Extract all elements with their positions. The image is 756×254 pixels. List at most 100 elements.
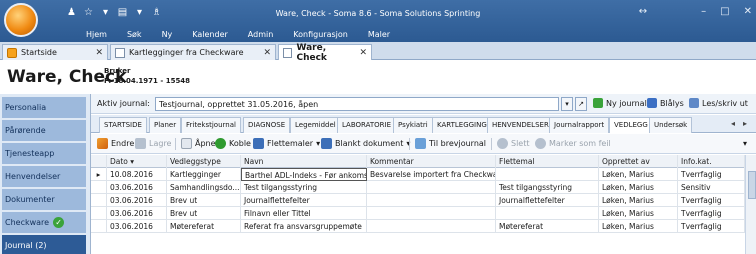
merge-template-icon <box>253 138 264 149</box>
col-dato[interactable]: Dato ▾ <box>107 155 167 168</box>
table-scrollbar[interactable]: ▴ <box>745 155 756 254</box>
tab-journalrapport[interactable]: Journalrapport <box>549 117 610 133</box>
cell-navn: Test tilgangsstyring <box>241 181 367 194</box>
active-journal-select[interactable]: Testjournal, opprettet 31.05.2016, åpen <box>155 97 559 111</box>
cell-flettemal: Møtereferat <box>496 220 599 233</box>
document-tabs: Startside ✕ Kartlegginger fra Checkware … <box>0 42 756 63</box>
scrollbar-thumb[interactable] <box>748 171 756 199</box>
ny-journal-button[interactable]: Ny journal <box>593 98 647 108</box>
row-indicator <box>91 194 107 207</box>
check-icon: ✓ <box>53 217 65 228</box>
table-row[interactable]: 03.06.2016 Møtereferat Referat fra ansva… <box>91 220 745 233</box>
cell-opprettet-av: Løken, Marius <box>599 194 678 207</box>
resize-icon[interactable]: ↔ <box>639 6 647 17</box>
cell-opprettet-av: Løken, Marius <box>599 168 678 181</box>
table-row[interactable]: 03.06.2016 Brev ut Filnavn eller Tittel … <box>91 207 745 220</box>
tab-vedlegg[interactable]: VEDLEGG <box>609 117 653 133</box>
sort-desc-icon: ▾ <box>130 157 135 166</box>
nav-henvendelser[interactable]: Henvendelser <box>2 166 86 188</box>
title-bar: ♟ ☆ ▾ ▤ ▾ ♗ Ware, Check - Soma 8.6 - Som… <box>0 0 756 42</box>
tab-planer[interactable]: Planer <box>149 117 182 133</box>
blalys-button[interactable]: Blålys <box>647 98 684 108</box>
blank-document-icon <box>321 138 332 149</box>
cell-type: Samhandlingsdo... <box>167 181 241 194</box>
menu-ny[interactable]: Ny <box>152 28 183 42</box>
tab-scroll-left-icon[interactable]: ◂ <box>731 119 735 128</box>
flettemaler-dropdown[interactable]: Flettemaler ▾ <box>253 138 320 149</box>
close-window-button[interactable]: ✕ <box>744 6 752 17</box>
col-opprettet-av[interactable]: Opprettet av <box>599 155 678 168</box>
tab-startside[interactable]: STARTSIDE <box>99 117 147 133</box>
marker-som-feil-button[interactable]: Marker som feil <box>535 138 611 149</box>
close-icon[interactable]: ✕ <box>95 48 103 58</box>
cell-dato: 03.06.2016 <box>107 181 167 194</box>
toolbar-overflow-icon[interactable]: ▾ <box>743 139 747 148</box>
col-vedleggstype[interactable]: Vedleggstype <box>167 155 241 168</box>
slett-button[interactable]: Slett <box>497 138 530 149</box>
form-icon <box>115 47 125 58</box>
tab-legemiddel[interactable]: Legemiddel <box>290 117 341 133</box>
nav-dokumenter[interactable]: Dokumenter <box>2 189 86 211</box>
tab-kartlegging[interactable]: KARTLEGGING <box>432 117 492 133</box>
nav-journal[interactable]: Journal (2) <box>2 235 86 254</box>
les-skriv-button[interactable]: Les/skriv ut <box>689 98 748 108</box>
nav-checkware[interactable]: Checkware ✓ <box>2 212 86 234</box>
toolbar-separator <box>409 138 410 150</box>
cell-opprettet-av: Løken, Marius <box>599 207 678 220</box>
table-row[interactable]: ▸ 10.08.2016 Kartlegginger Barthel ADL-I… <box>91 168 745 181</box>
menu-maler[interactable]: Maler <box>358 28 400 42</box>
cell-dato: 03.06.2016 <box>107 220 167 233</box>
tab-scroll-right-icon[interactable]: ▸ <box>743 119 747 128</box>
koble-button[interactable]: Koble <box>215 138 251 149</box>
cell-dato: 10.08.2016 <box>107 168 167 181</box>
cell-kommentar <box>367 194 496 207</box>
doc-tab-ware-check[interactable]: Ware, Check ✕ <box>278 43 372 63</box>
tab-laboratorie[interactable]: LABORATORIE <box>337 117 396 133</box>
lagre-button[interactable]: Lagre <box>135 138 171 149</box>
open-document-icon <box>181 138 192 149</box>
journal-dropdown-button[interactable]: ▾ <box>561 97 573 111</box>
tab-fritekstjournal[interactable]: Fritekstjournal <box>181 117 241 133</box>
col-navn[interactable]: Navn <box>241 155 367 168</box>
doc-tab-startside[interactable]: Startside ✕ <box>2 44 108 60</box>
nav-parorende[interactable]: Pårørende <box>2 120 86 142</box>
tab-henvendelser[interactable]: HENVENDELSER <box>487 117 554 133</box>
table-row[interactable]: 03.06.2016 Brev ut Journalflettefelter J… <box>91 194 745 207</box>
col-info-kat[interactable]: Info.kat. <box>678 155 745 168</box>
row-indicator <box>91 207 107 220</box>
cell-flettemal <box>496 207 599 220</box>
menu-hjem[interactable]: Hjem <box>76 28 117 42</box>
col-flettemal[interactable]: Flettemal <box>496 155 599 168</box>
toolbar-separator <box>491 138 492 150</box>
tab-psykiatri[interactable]: Psykiatri <box>393 117 433 133</box>
minimize-button[interactable]: – <box>701 6 706 17</box>
nav-personalia[interactable]: Personalia <box>2 97 86 119</box>
endre-button[interactable]: Endre <box>97 138 134 149</box>
col-kommentar[interactable]: Kommentar <box>367 155 496 168</box>
tab-diagnose[interactable]: DIAGNOSE <box>243 117 291 133</box>
cell-type: Møtereferat <box>167 220 241 233</box>
tab-undersok[interactable]: Undersøk <box>649 117 693 133</box>
close-icon[interactable]: ✕ <box>263 48 271 58</box>
cell-flettemal <box>496 168 599 181</box>
toolbar-separator <box>175 138 176 150</box>
journal-open-button[interactable]: ↗ <box>575 97 587 111</box>
nav-tjenesteapp[interactable]: Tjenesteapp <box>2 143 86 165</box>
doc-tab-kartlegginger[interactable]: Kartlegginger fra Checkware ✕ <box>110 44 276 60</box>
new-journal-icon <box>593 98 603 108</box>
menu-admin[interactable]: Admin <box>238 28 284 42</box>
cell-navn: Referat fra ansvarsgruppemøte <box>241 220 367 233</box>
table-row[interactable]: 03.06.2016 Samhandlingsdo... Test tilgan… <box>91 181 745 194</box>
close-icon[interactable]: ✕ <box>359 48 367 58</box>
active-journal-bar: Aktiv journal: Testjournal, opprettet 31… <box>91 94 756 114</box>
read-write-icon <box>689 98 699 108</box>
blankt-dokument-dropdown[interactable]: Blankt dokument▾ <box>321 138 410 149</box>
til-brevjournal-button[interactable]: Til brevjournal <box>415 138 486 149</box>
menu-konfigurasjon[interactable]: Konfigurasjon <box>283 28 358 42</box>
window-controls: ↔ – □ ✕ <box>639 6 752 17</box>
apne-button[interactable]: Åpne <box>181 138 216 149</box>
restore-button[interactable]: □ <box>720 6 729 17</box>
menu-sok[interactable]: Søk <box>117 28 152 42</box>
left-navigation: Personalia Pårørende Tjenesteapp Henvend… <box>0 94 88 254</box>
menu-kalender[interactable]: Kalender <box>182 28 238 42</box>
